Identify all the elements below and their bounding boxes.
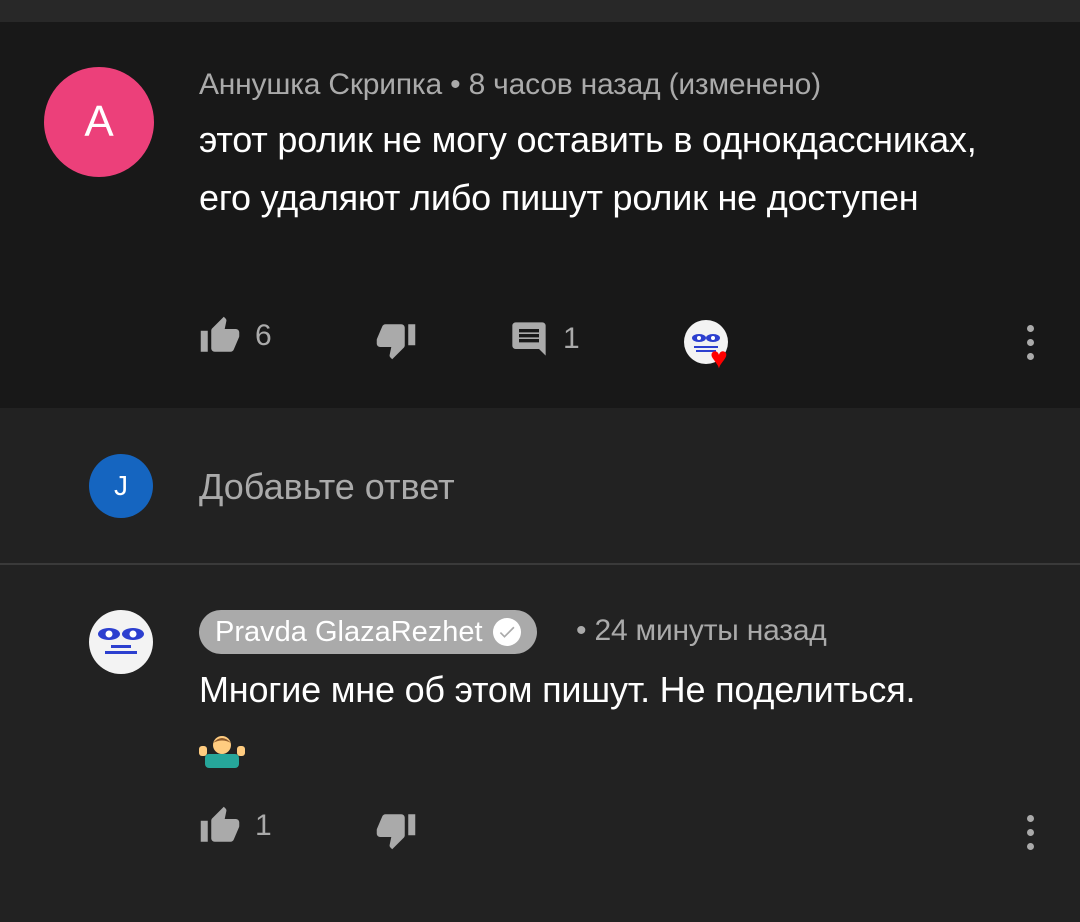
- comment-actions: 1: [0, 805, 1080, 865]
- avatar-letter: A: [84, 97, 114, 146]
- author-chip[interactable]: Pravda GlazaRezhet: [199, 610, 537, 654]
- thumbs-down-icon: [376, 814, 416, 850]
- heart-icon: ♥: [710, 342, 728, 375]
- comment-time: 24 минуты назад: [594, 614, 827, 647]
- dislike-button[interactable]: [375, 809, 417, 851]
- more-vert-icon[interactable]: [1024, 325, 1036, 360]
- thumbs-up-icon: [200, 316, 240, 352]
- like-count: 1: [255, 809, 272, 842]
- reply-icon: [512, 322, 546, 356]
- person-shrugging-emoji: [199, 736, 245, 768]
- thumbs-up-icon: [200, 806, 240, 842]
- reply-button[interactable]: 1: [509, 319, 580, 359]
- comment-author[interactable]: Аннушка Скрипка: [199, 68, 442, 101]
- dislike-button[interactable]: [375, 319, 417, 361]
- comment-meta: Аннушка Скрипка • 8 часов назад (изменен…: [199, 68, 821, 102]
- more-vert-icon[interactable]: [1024, 815, 1036, 850]
- verified-check-icon: [492, 618, 521, 646]
- commenter-avatar[interactable]: A: [44, 67, 154, 177]
- meta-separator: •: [450, 68, 461, 101]
- creator-heart: ♥: [684, 320, 744, 375]
- meta-separator: •: [576, 614, 587, 647]
- thumbs-down-icon: [376, 324, 416, 360]
- like-count: 6: [255, 319, 272, 352]
- channel-logo: [98, 628, 144, 654]
- user-avatar: J: [89, 454, 153, 518]
- divider: [0, 563, 1080, 565]
- reply-input[interactable]: Добавьте ответ: [199, 466, 455, 508]
- top-strip: [0, 0, 1080, 22]
- comment-meta: • 24 минуты назад: [576, 614, 827, 648]
- comment-author: Pravda GlazaRezhet: [215, 615, 483, 648]
- reply-row: [0, 408, 1080, 563]
- like-button[interactable]: 6: [199, 315, 272, 357]
- comment-time: 8 часов назад (изменено): [468, 68, 822, 101]
- like-button[interactable]: 1: [199, 805, 272, 847]
- channel-avatar[interactable]: [89, 610, 153, 674]
- comment-text: Многие мне об этом пишут. Не поделиться.: [199, 669, 916, 710]
- reply-count: 1: [563, 322, 580, 355]
- avatar-letter: J: [114, 470, 128, 501]
- comment-text: этот ролик не могу оставить в однокдассн…: [199, 119, 977, 218]
- comment-actions: 6 1: [0, 315, 1080, 375]
